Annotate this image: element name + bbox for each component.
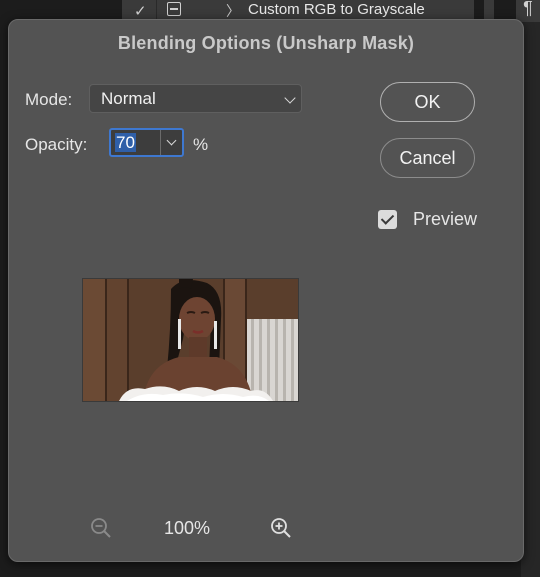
mask-toggle-icon[interactable]: [167, 2, 181, 16]
cancel-button[interactable]: Cancel: [380, 138, 475, 178]
expand-chevron-icon[interactable]: 〉: [226, 1, 240, 21]
preview-thumbnail[interactable]: [82, 278, 299, 402]
preview-label[interactable]: Preview: [413, 209, 477, 230]
opacity-combobox: 70: [109, 128, 184, 157]
opacity-input[interactable]: [111, 130, 160, 155]
chevron-down-icon: [166, 135, 177, 146]
preview-image: [83, 279, 298, 401]
visibility-check-icon[interactable]: ✓: [134, 2, 147, 20]
dialog-title: Blending Options (Unsharp Mask): [117, 33, 415, 53]
layer-name: Custom RGB to Grayscale: [248, 1, 425, 18]
opacity-dropdown-button[interactable]: [161, 130, 182, 155]
mode-label: Mode:: [25, 90, 73, 109]
zoom-out-icon[interactable]: [89, 516, 113, 540]
ok-button[interactable]: OK: [380, 82, 475, 122]
opacity-label: Opacity:: [25, 135, 88, 154]
mode-select[interactable]: Normal: [89, 84, 302, 113]
blending-options-dialog: Blending Options (Unsharp Mask) Mode: No…: [8, 19, 524, 562]
percent-unit: %: [193, 135, 209, 154]
checkmark-icon: [380, 211, 395, 225]
zoom-level: 100%: [164, 518, 211, 538]
preview-checkbox[interactable]: [378, 210, 397, 229]
zoom-in-icon[interactable]: [269, 516, 293, 540]
chevron-down-icon: [284, 92, 296, 104]
paragraph-icon[interactable]: ¶: [516, 0, 540, 22]
mode-value: Normal: [101, 89, 156, 108]
